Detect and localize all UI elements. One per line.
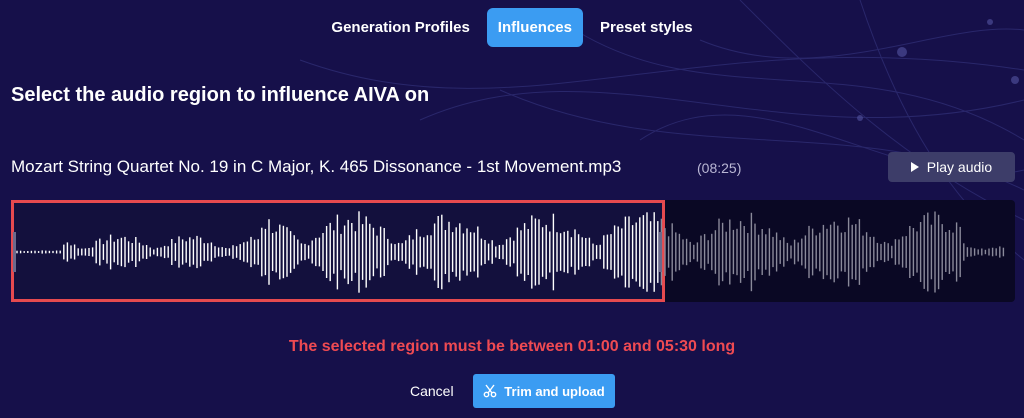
scissors-icon	[483, 384, 497, 398]
error-message: The selected region must be between 01:0…	[288, 338, 736, 355]
tab-bar: Generation Profiles Influences Preset st…	[0, 8, 1024, 47]
selection-start-handle[interactable]	[13, 232, 16, 272]
play-audio-label: Play audio	[926, 159, 993, 175]
trim-and-upload-label: Trim and upload	[504, 383, 605, 399]
tab-influences[interactable]: Influences	[486, 8, 583, 47]
tab-generation-profiles[interactable]: Generation Profiles	[320, 8, 480, 47]
play-audio-button[interactable]: Play audio	[888, 152, 1015, 182]
page-title: Select the audio region to influence AIV…	[11, 84, 430, 106]
tab-preset-styles[interactable]: Preset styles	[589, 8, 704, 47]
play-icon	[910, 162, 919, 172]
cancel-button[interactable]: Cancel	[402, 380, 462, 402]
trim-and-upload-button[interactable]: Trim and upload	[473, 374, 615, 408]
selection-end-handle[interactable]	[659, 232, 662, 272]
waveform	[16, 211, 1005, 293]
file-duration: (08:25)	[697, 160, 742, 176]
file-name: Mozart String Quartet No. 19 in C Major,…	[11, 157, 622, 176]
